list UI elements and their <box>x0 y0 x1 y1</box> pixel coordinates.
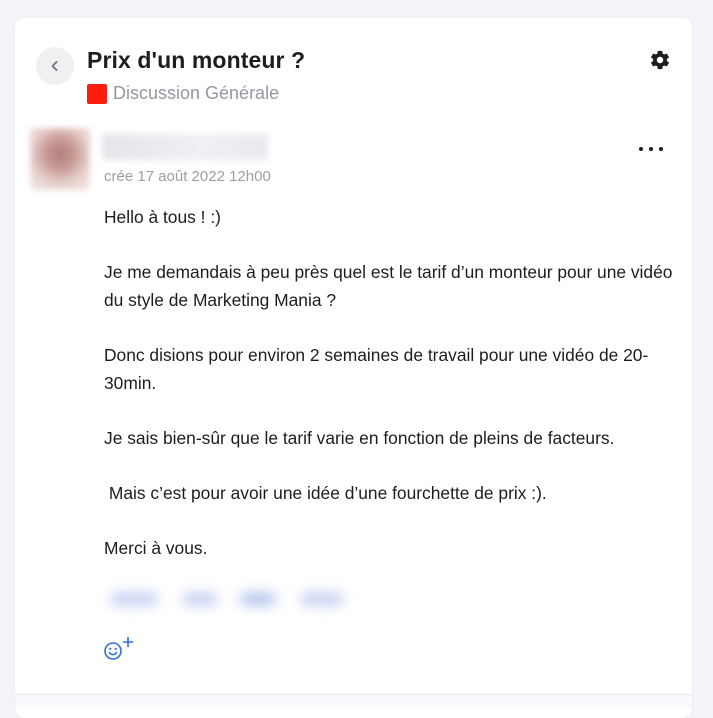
gear-icon <box>651 50 669 70</box>
smiley-plus-icon <box>104 636 134 660</box>
more-options-button[interactable] <box>639 142 663 156</box>
reactions-bar[interactable] <box>100 576 368 622</box>
post-paragraph: Je sais bien-sûr que le tarif varie en f… <box>104 427 615 448</box>
category-color-swatch <box>87 83 107 104</box>
author-name[interactable] <box>102 134 268 160</box>
topic-card: Prix d'un monteur ? Discussion Générale … <box>15 18 692 718</box>
reply-area-edge <box>15 695 692 707</box>
topic-title: Prix d'un monteur ? <box>87 47 306 73</box>
post-body: Hello à tous ! :) Je me demandais à peu … <box>104 204 679 590</box>
post-paragraph: Merci à vous. <box>104 538 208 559</box>
post-created-date: crée 17 août 2022 12h00 <box>104 168 271 185</box>
post-paragraph: Mais c’est pour avoir une idée d’une fou… <box>104 482 547 503</box>
more-horizontal-icon <box>639 147 643 151</box>
more-horizontal-icon <box>649 147 653 151</box>
settings-button[interactable] <box>649 49 671 71</box>
category-label: Discussion Générale <box>113 83 280 103</box>
add-reaction-button[interactable] <box>103 635 135 663</box>
back-button[interactable] <box>36 47 74 85</box>
chevron-left-icon <box>51 61 58 71</box>
category-link[interactable]: Discussion Générale <box>87 83 279 104</box>
post-paragraph: Je me demandais à peu près quel est le t… <box>104 262 678 310</box>
more-horizontal-icon <box>659 147 663 151</box>
post-paragraph: Donc disions pour environ 2 semaines de … <box>104 344 649 393</box>
author-avatar[interactable] <box>30 128 90 190</box>
post-paragraph: Hello à tous ! :) <box>104 207 221 227</box>
